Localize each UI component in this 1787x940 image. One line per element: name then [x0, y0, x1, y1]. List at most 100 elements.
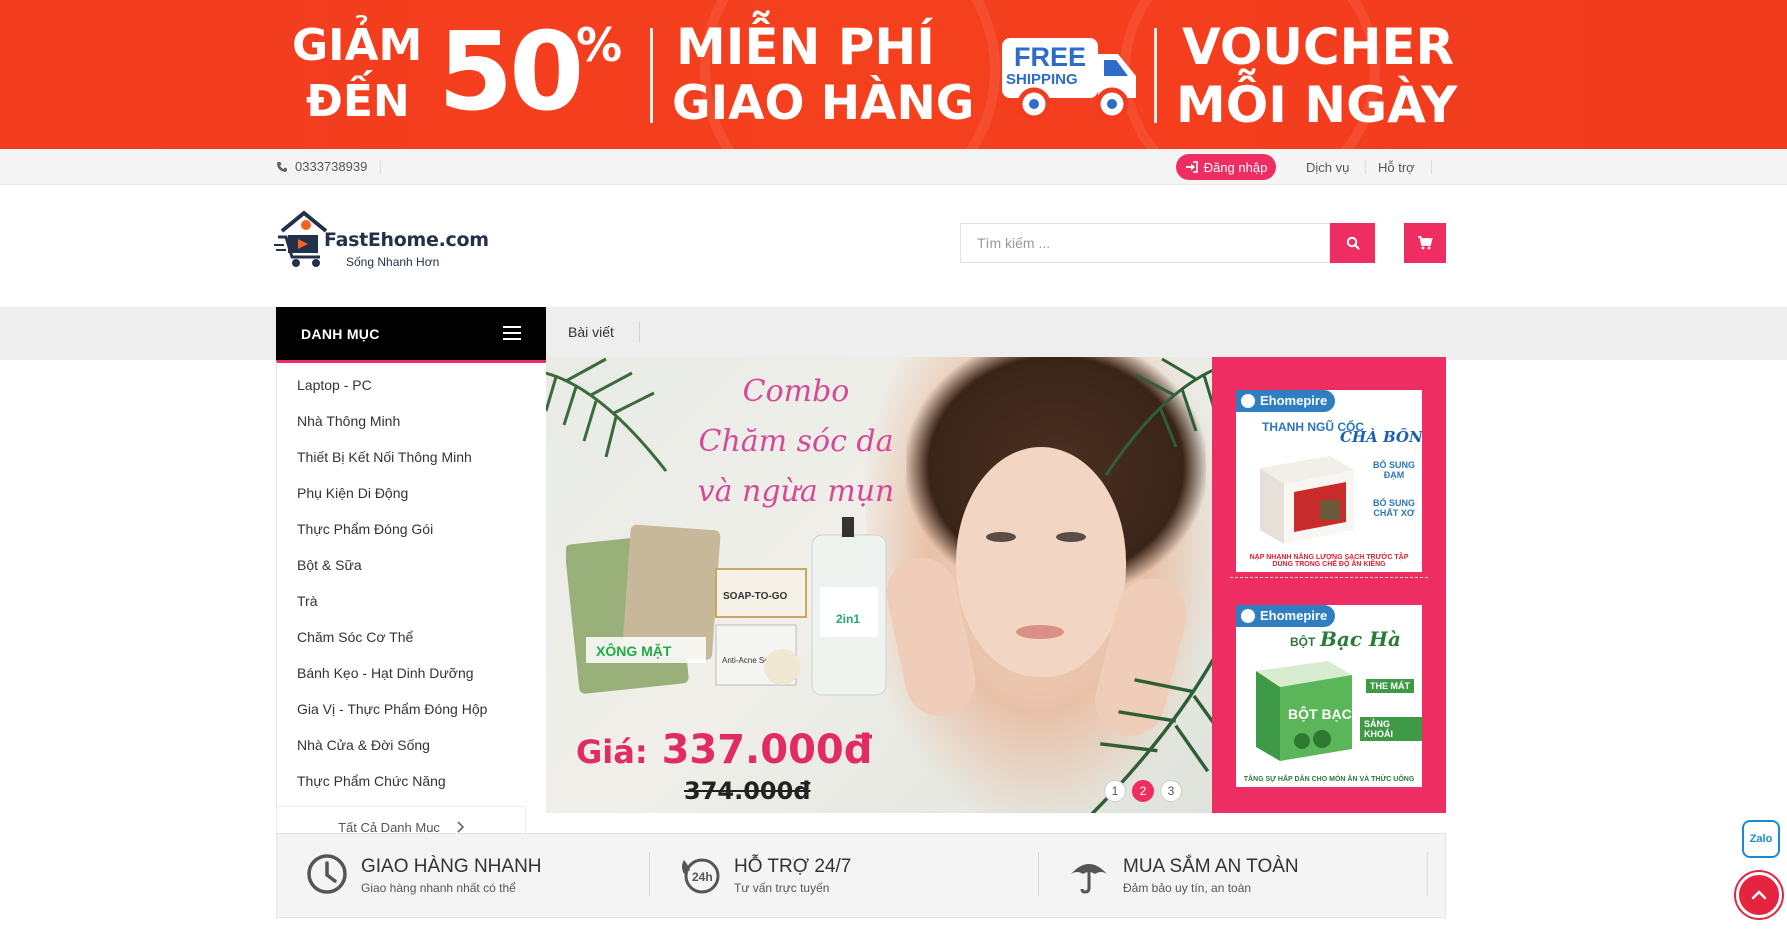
slider-dot-2[interactable]: 2 [1132, 780, 1154, 802]
slide-price: Giá: 337.000đ [576, 727, 872, 773]
promo-voucher-top: VOUCHER [1182, 18, 1455, 76]
ad-tag-cool: THE MÁT [1366, 679, 1414, 693]
back-to-top-button[interactable] [1736, 872, 1782, 918]
feature-subtitle: Tư vấn trực tuyến [734, 881, 830, 895]
cart-icon [1418, 236, 1433, 250]
search-box [960, 223, 1330, 263]
side-banners: Ehomepire THANH NGŨ CỐC CHÀ BÔNG BỔ SUNG… [1212, 357, 1446, 813]
chevron-right-icon [457, 821, 464, 833]
ad-footer: TĂNG SỰ HẤP DẪN CHO MÓN ĂN VÀ THỨC UỐNG [1243, 776, 1415, 783]
feature-fast-delivery: GIAO HÀNG NHANH Giao hàng nhanh nhất có … [277, 834, 650, 919]
palm-leaf-image [546, 357, 668, 472]
feature-subtitle: Giao hàng nhanh nhất có thể [361, 881, 516, 895]
promo-discount-prefix-bottom: ĐẾN [306, 76, 410, 127]
price-prefix: Giá: [576, 733, 648, 771]
category-item-packaged-food[interactable]: Thực Phẩm Đóng Gói [277, 519, 546, 555]
ad-tag-fiber: BỔ SUNG CHẤT XƠ [1372, 498, 1415, 518]
category-item-body-care[interactable]: Chăm Sóc Cơ Thể [277, 627, 546, 663]
cereal-box-image [1260, 456, 1354, 544]
category-item-spices-canned[interactable]: Gia Vị - Thực Phẩm Đóng Hộp [277, 699, 546, 735]
feature-divider [1427, 852, 1428, 896]
support-24h-icon: 24h [682, 858, 720, 894]
phone-icon [277, 161, 287, 172]
category-item-smart-home[interactable]: Nhà Thông Minh [277, 411, 546, 447]
category-item-snacks-nuts[interactable]: Bánh Kẹo - Hạt Dinh Dưỡng [277, 663, 546, 699]
login-button[interactable]: Đăng nhập [1176, 154, 1276, 180]
model-eye [1056, 532, 1086, 542]
truck-text-free: FREE [1014, 42, 1086, 72]
promo-voucher-bottom: MỖI NGÀY [1176, 76, 1458, 134]
promo-shipping-bottom: GIAO HÀNG [672, 76, 975, 131]
category-list: Laptop - PC Nhà Thông Minh Thiết Bị Kết … [276, 360, 546, 848]
promo-banner[interactable]: GIẢM ĐẾN 50 % MIỄN PHÍ GIAO HÀNG FREE SH… [0, 0, 1787, 149]
login-label: Đăng nhập [1203, 159, 1268, 175]
product-label-steam: XÔNG MẶT [596, 642, 672, 659]
ad-tag-fresh: SẢNG KHOÁI [1360, 717, 1422, 741]
brand-name: FastEhome.com [324, 229, 489, 251]
ad-mint-powder[interactable]: Ehomepire BỘT Bạc Hà BỘT BẠC HÀ THE MÁT … [1236, 605, 1422, 787]
nav-item-articles[interactable]: Bài viết [568, 321, 640, 343]
svg-text:24h: 24h [692, 870, 713, 884]
promo-discount-unit: % [576, 18, 623, 72]
feature-subtitle: Đảm bảo uy tín, an toàn [1123, 881, 1252, 895]
feature-title: HỖ TRỢ 24/7 [734, 856, 852, 877]
mint-powder-box-image: BỘT BẠC HÀ [1256, 661, 1362, 761]
slide-title-line2: Chăm sóc da [698, 424, 894, 459]
feature-support: 24h HỖ TRỢ 24/7 Tư vấn trực tuyến [650, 834, 1039, 919]
hero-slider[interactable]: Combo Chăm sóc da và ngừa mụn XÔNG MẶT S… [546, 357, 1212, 813]
slide-title: Combo Chăm sóc da và ngừa mụn [696, 367, 896, 517]
slide-title-line1: Combo [742, 374, 850, 409]
ad-tag-protein: BỔ SUNG ĐẠM [1372, 460, 1415, 480]
search-input[interactable] [961, 224, 1329, 262]
ad-footer: NẠP NHANH NĂNG LƯỢNG SẠCH TRƯỚC TẬP DÙNG… [1249, 554, 1409, 568]
zalo-chat-button[interactable]: Zalo [1742, 820, 1780, 858]
palm-leaf-image [1104, 357, 1212, 476]
search-button[interactable] [1330, 223, 1375, 263]
ad-cereal-bar[interactable]: Ehomepire THANH NGŨ CỐC CHÀ BÔNG BỔ SUNG… [1236, 390, 1422, 572]
cart-button[interactable] [1404, 223, 1446, 263]
category-item-home-life[interactable]: Nhà Cửa & Đời Sống [277, 735, 546, 771]
category-item-tea[interactable]: Trà [277, 591, 546, 627]
slider-dot-3[interactable]: 3 [1160, 780, 1182, 802]
service-features: GIAO HÀNG NHANH Giao hàng nhanh nhất có … [276, 833, 1446, 918]
slide-old-price: 374.000đ [684, 777, 811, 805]
promo-divider [1154, 28, 1157, 123]
support-link[interactable]: Hỗ trợ [1378, 160, 1432, 175]
price-value: 337.000đ [661, 727, 873, 773]
sign-in-icon [1185, 161, 1198, 173]
ad-title: BỘT [1290, 635, 1316, 649]
category-item-mobile-accessories[interactable]: Phụ Kiện Di Động [277, 483, 546, 519]
search-icon [1346, 236, 1360, 250]
zalo-icon: Zalo [1749, 833, 1773, 845]
main-nav: DANH MỤC Bài viết [0, 307, 1787, 360]
model-lips [1016, 625, 1064, 639]
category-menu-toggle[interactable]: DANH MỤC [276, 307, 546, 360]
slider-dot-1[interactable]: 1 [1104, 780, 1126, 802]
promo-discount-prefix-top: GIẢM [292, 20, 423, 71]
skincare-products-image: XÔNG MẶT SOAP-TO-GO Anti-Acne Soap 2in1 [566, 517, 887, 696]
hamburger-icon [503, 326, 521, 344]
slide-title-line3: và ngừa mụn [697, 474, 895, 509]
hotline[interactable]: 0333738939 [276, 159, 382, 174]
ad-brand-badge: Ehomepire [1236, 390, 1336, 412]
top-bar: 0333738939 Đăng nhập Dịch vụ Hỗ trợ [0, 149, 1787, 185]
category-item-smart-devices[interactable]: Thiết Bị Kết Nối Thông Minh [277, 447, 546, 483]
category-item-supplements[interactable]: Thực Phẩm Chức Năng [277, 771, 546, 807]
category-item-powder-milk[interactable]: Bột & Sữa [277, 555, 546, 591]
free-shipping-truck-icon: FREE SHIPPING [1002, 38, 1136, 120]
feature-safe-shopping: MUA SẮM AN TOÀN Đảm bảo uy tín, an toàn [1039, 834, 1428, 919]
clock-icon [307, 854, 347, 894]
services-link[interactable]: Dịch vụ [1306, 160, 1367, 175]
feature-title: MUA SẮM AN TOÀN [1123, 856, 1299, 877]
feature-title: GIAO HÀNG NHANH [361, 856, 542, 877]
ad-title-accent: Bạc Hà [1320, 627, 1401, 651]
model-eye [986, 532, 1016, 542]
truck-text-shipping: SHIPPING [1006, 71, 1078, 88]
category-item-laptop-pc[interactable]: Laptop - PC [277, 375, 546, 411]
promo-shipping-top: MIỄN PHÍ [676, 18, 935, 76]
site-logo[interactable]: FastEhome.com Sống Nhanh Hơn [274, 205, 489, 269]
chevron-up-icon [1751, 890, 1767, 900]
svg-text:BỘT BẠC HÀ: BỘT BẠC HÀ [1288, 705, 1362, 722]
brand-slogan: Sống Nhanh Hơn [346, 255, 440, 269]
category-heading: DANH MỤC [301, 325, 380, 342]
